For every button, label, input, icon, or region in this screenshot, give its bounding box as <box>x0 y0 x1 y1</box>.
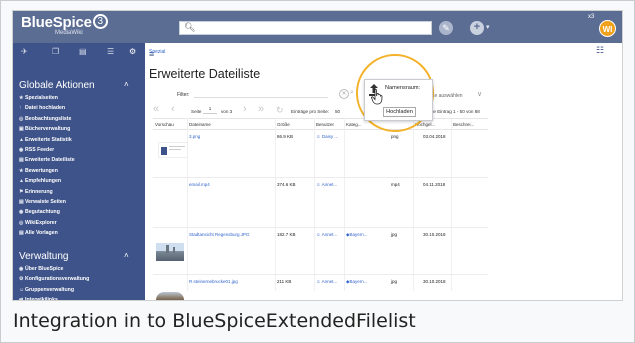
col-filename[interactable]: Dateiname <box>189 122 211 127</box>
file-category-link[interactable]: ◆Bayern... <box>346 279 367 285</box>
previous-page-icon[interactable]: ‹ <box>171 103 175 115</box>
table-row[interactable]: R.steinernebrucke01.jpg 211 KB ☺ Annet..… <box>153 275 488 300</box>
breadcrumb[interactable]: Spezial <box>149 49 165 55</box>
main-content: Spezial ☷ Erweiterte Dateiliste Filter: … <box>11 9 622 300</box>
col-preview[interactable]: Vorschau <box>155 122 174 127</box>
file-name-link[interactable]: R.steinernebrucke01.jpg <box>189 279 238 284</box>
file-user-link[interactable]: ☺ Annet... <box>316 232 337 237</box>
file-type: mp4 <box>391 182 400 187</box>
file-name-link[interactable]: email.mp4 <box>189 182 210 187</box>
file-user-link[interactable]: ☺ Annet... <box>316 279 337 284</box>
thumbnail-image[interactable] <box>156 292 184 300</box>
col-category[interactable]: Kateg... <box>346 122 362 127</box>
refresh-icon[interactable]: ↻ <box>276 105 284 116</box>
per-page-select[interactable]: 50 <box>335 109 340 114</box>
file-user-link[interactable]: ☺ Daisy ... <box>316 134 338 139</box>
filter-input[interactable] <box>194 89 328 98</box>
namespace-label: Namensraum: <box>385 85 421 91</box>
file-size: 182.7 KB <box>277 232 296 237</box>
file-name-link[interactable]: Stadtansicht Regensburg.JPG <box>189 232 250 237</box>
file-category-link[interactable]: ◆Bayern... <box>346 232 367 238</box>
page-title: Erweiterte Dateiliste <box>149 67 261 81</box>
file-date: 04.11.2018 <box>423 182 446 187</box>
page-count: von 3 <box>221 109 233 114</box>
file-name-link[interactable]: 3.png <box>189 134 200 139</box>
file-type: png <box>391 134 399 139</box>
file-date: 30.10.2018 <box>423 232 446 237</box>
filter-label: Filter: <box>177 92 190 98</box>
upload-button[interactable]: Hochladen <box>383 107 416 117</box>
page-number-input[interactable]: 1 <box>203 106 217 114</box>
file-type: jpg <box>391 232 398 237</box>
file-date: 03.04.2018 <box>423 134 446 139</box>
file-size: 211 KB <box>277 279 292 284</box>
table-row[interactable]: email.mp4 374.6 KB ☺ Annet... mp4 04.11.… <box>153 178 488 228</box>
chevron-down-icon[interactable]: ∨ <box>477 90 482 98</box>
hand-cursor-icon <box>371 89 383 105</box>
thumbnail-image[interactable] <box>158 142 188 158</box>
col-user[interactable]: Benutzer <box>316 122 334 127</box>
clear-icon[interactable]: ✕ <box>339 89 349 99</box>
file-size: 86.9 KB <box>277 134 294 139</box>
first-page-icon[interactable]: « <box>153 103 159 115</box>
file-date: 30.10.2018 <box>423 279 446 284</box>
next-page-icon[interactable]: › <box>243 103 247 115</box>
table-row[interactable]: Stadtansicht Regensburg.JPG 182.7 KB ☺ A… <box>153 228 488 275</box>
figure-caption: Integration in to BlueSpiceExtendedFilel… <box>13 310 416 332</box>
thumbnail-image[interactable] <box>156 243 184 261</box>
display-info: ...ge Eintrag 1 - 50 von 88 <box>427 109 480 114</box>
file-size: 374.6 KB <box>277 182 296 187</box>
page-label: Seite <box>191 109 202 114</box>
col-size[interactable]: Größe <box>277 122 290 127</box>
table-row[interactable]: 3.png 86.9 KB ☺ Daisy ... png 03.04.2018 <box>153 130 488 178</box>
last-page-icon[interactable]: » <box>258 103 264 115</box>
file-user-link[interactable]: ☺ Annet... <box>316 182 337 187</box>
per-page-label: Einträge pro Seite: <box>291 109 330 114</box>
file-type: jpg <box>391 279 398 284</box>
col-description[interactable]: Beschrei... <box>453 122 474 127</box>
table-header: Vorschau Dateiname Größe Benutzer Kateg.… <box>153 118 488 130</box>
apps-grid-icon[interactable]: ☷ <box>596 45 604 56</box>
search-icon[interactable]: ⌕ <box>350 89 354 97</box>
